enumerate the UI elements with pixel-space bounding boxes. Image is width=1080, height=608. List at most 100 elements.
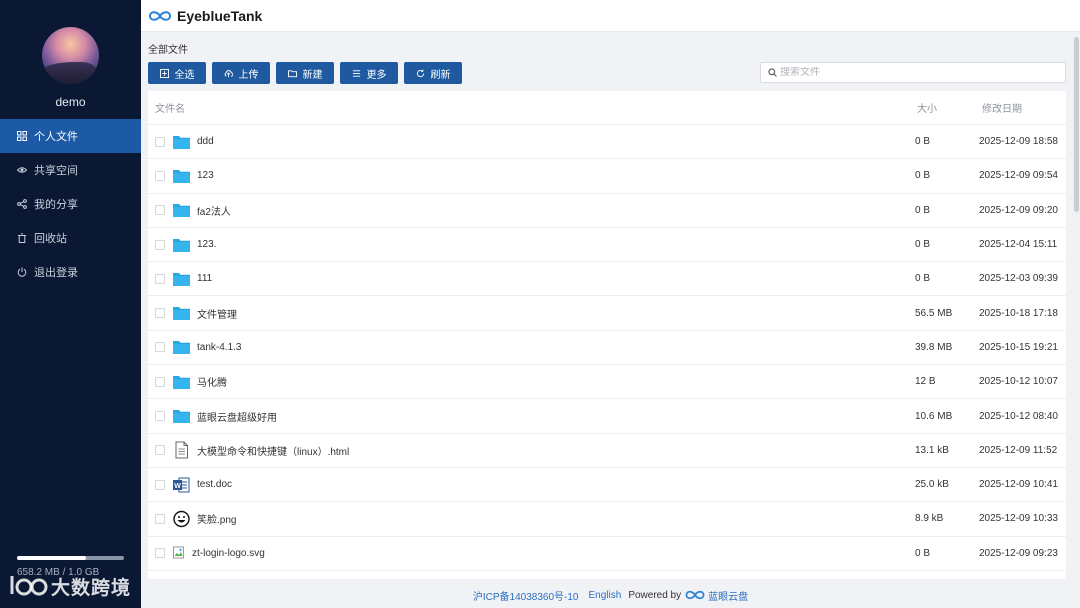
search-icon <box>768 68 777 77</box>
row-checkbox[interactable] <box>155 411 165 422</box>
search-input[interactable] <box>780 67 1050 78</box>
file-name[interactable]: 123 <box>197 170 214 181</box>
file-name[interactable]: 大模型命令和快捷键（linux）.html <box>197 443 349 458</box>
file-size: 39.8 MB <box>915 341 953 353</box>
file-name[interactable]: 文件管理 <box>197 306 237 321</box>
trash-icon <box>17 233 27 243</box>
infinity-logo-icon <box>148 10 172 21</box>
file-size: 56.5 MB <box>915 307 953 319</box>
file-name[interactable]: ddd <box>197 136 214 147</box>
file-name[interactable]: 马化腾 <box>197 374 227 389</box>
row-checkbox[interactable] <box>155 548 165 559</box>
file-name[interactable]: 笑脸.png <box>197 511 236 526</box>
table-row[interactable]: 蓝眼云盘超级好用 10.6 MB 2025-10-12 08:40 <box>148 399 1066 434</box>
row-checkbox[interactable] <box>155 376 165 387</box>
table-row[interactable]: 文件管理 56.5 MB 2025-10-18 17:18 <box>148 296 1066 331</box>
refresh-label: 刷新 <box>430 69 451 81</box>
file-name[interactable]: fa2法人 <box>197 203 231 218</box>
storage-quota-bar <box>17 556 124 560</box>
sidebar-item-logout[interactable]: 退出登录 <box>0 255 141 289</box>
brand-link[interactable]: 蓝眼云盘 <box>684 588 748 603</box>
table-row[interactable]: 123. 0 B 2025-12-04 15:11 <box>148 228 1066 263</box>
table-row[interactable]: Wtest.doc 25.0 kB 2025-12-09 10:41 <box>148 468 1066 503</box>
file-date: 2025-12-03 09:39 <box>979 273 1058 285</box>
sidebar-item-personal-files[interactable]: 个人文件 <box>0 119 141 153</box>
storage-quota-fill <box>17 556 86 560</box>
cloud-upload-icon <box>224 69 233 77</box>
word-doc-icon: W <box>172 476 191 494</box>
row-checkbox[interactable] <box>155 205 165 216</box>
document-icon <box>172 441 191 459</box>
breadcrumb[interactable]: 全部文件 <box>148 41 188 56</box>
watermark: 大数跨境 <box>9 572 131 600</box>
file-date: 2025-12-09 11:52 <box>979 444 1058 456</box>
sidebar-item-shared-space[interactable]: 共享空间 <box>0 153 141 187</box>
new-folder-button[interactable]: 新建 <box>276 62 334 84</box>
file-date: 2025-12-09 09:23 <box>979 547 1058 559</box>
file-name[interactable]: zt-login-logo.svg <box>192 548 265 559</box>
file-name[interactable]: 蓝眼云盘超级好用 <box>197 409 277 424</box>
table-row[interactable]: 马化腾 12 B 2025-10-12 10:07 <box>148 365 1066 400</box>
sidebar-item-label: 我的分享 <box>34 199 78 211</box>
table-row[interactable]: 大模型命令和快捷键（linux）.html 13.1 kB 2025-12-09 1… <box>148 434 1066 468</box>
file-name[interactable]: 111 <box>197 273 212 284</box>
row-checkbox[interactable] <box>155 273 165 284</box>
scrollbar-thumb[interactable] <box>1074 37 1079 212</box>
more-button[interactable]: 更多 <box>340 62 398 84</box>
folder-icon <box>172 407 191 425</box>
sidebar-item-my-shares[interactable]: 我的分享 <box>0 187 141 221</box>
file-size: 0 B <box>915 204 931 216</box>
table-row[interactable]: fa2法人 0 B 2025-12-09 09:20 <box>148 194 1066 228</box>
sidebar-item-label: 回收站 <box>34 233 67 245</box>
row-checkbox[interactable] <box>155 308 165 319</box>
column-header-date[interactable]: 修改日期 <box>982 100 1022 115</box>
table-row[interactable]: 笑脸.png 8.9 kB 2025-12-09 10:33 <box>148 502 1066 537</box>
row-checkbox[interactable] <box>155 239 165 250</box>
menu-lines-icon <box>352 69 360 77</box>
file-name[interactable]: tank-4.1.3 <box>197 342 241 353</box>
table-row[interactable]: ddd 0 B 2025-12-09 18:58 <box>148 125 1066 160</box>
language-link[interactable]: English <box>589 590 622 601</box>
sidebar-item-label: 个人文件 <box>34 131 78 143</box>
row-checkbox[interactable] <box>155 479 165 490</box>
row-checkbox[interactable] <box>155 513 165 524</box>
app-header: EyeblueTank <box>141 0 1080 32</box>
file-date: 2025-12-09 09:20 <box>979 204 1058 216</box>
sidebar-item-label: 退出登录 <box>34 267 78 279</box>
file-name[interactable]: test.doc <box>197 479 232 490</box>
table-row[interactable]: zt-login-logo.svg 0 B 2025-12-09 09:23 <box>148 537 1066 571</box>
table-row[interactable]: tank-4.1.3 39.8 MB 2025-10-15 19:21 <box>148 331 1066 366</box>
row-checkbox[interactable] <box>155 170 165 181</box>
file-size: 25.0 kB <box>915 479 949 491</box>
file-name[interactable]: 123. <box>197 239 216 250</box>
file-size: 0 B <box>915 170 931 182</box>
sidebar-item-recycle-bin[interactable]: 回收站 <box>0 221 141 255</box>
share-icon <box>17 199 27 209</box>
column-header-name[interactable]: 文件名 <box>155 100 185 115</box>
icp-link[interactable]: 沪ICP备14038360号-10 <box>473 588 579 603</box>
file-size: 8.9 kB <box>915 513 944 525</box>
column-header-size[interactable]: 大小 <box>917 100 937 115</box>
scrollbar[interactable] <box>1073 32 1080 608</box>
table-row[interactable]: 111 0 B 2025-12-03 09:39 <box>148 262 1066 297</box>
file-date: 2025-12-09 09:54 <box>979 170 1058 182</box>
folder-icon <box>172 167 191 185</box>
watermark-logo-icon <box>10 576 48 596</box>
grid-icon <box>17 131 27 141</box>
file-date: 2025-12-04 15:11 <box>979 239 1058 251</box>
row-checkbox[interactable] <box>155 342 165 353</box>
folder-icon <box>172 201 191 219</box>
select-all-button[interactable]: 全选 <box>148 62 206 84</box>
row-checkbox[interactable] <box>155 445 165 456</box>
search-box <box>760 62 1066 83</box>
folder-icon <box>172 133 191 151</box>
file-date: 2025-10-12 10:07 <box>979 376 1058 388</box>
refresh-button[interactable]: 刷新 <box>404 62 462 84</box>
broken-image-icon <box>172 544 191 562</box>
row-checkbox[interactable] <box>155 136 165 147</box>
table-row[interactable]: 123 0 B 2025-12-09 09:54 <box>148 159 1066 194</box>
avatar[interactable] <box>42 27 99 84</box>
upload-button[interactable]: 上传 <box>212 62 270 84</box>
file-date: 2025-12-09 10:33 <box>979 513 1058 525</box>
file-size: 0 B <box>915 136 931 148</box>
